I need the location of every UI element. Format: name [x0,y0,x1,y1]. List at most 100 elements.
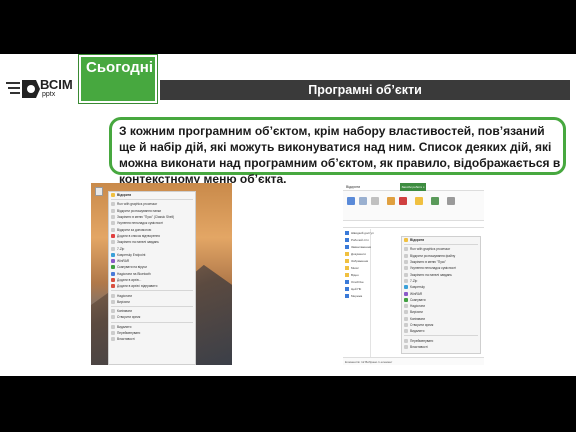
nav-item[interactable]: Зображення [343,257,370,264]
menu-item-icon [404,272,408,277]
ribbon-tools-tab[interactable]: Засоби роботи з додатками [400,183,426,197]
menu-item-icon [111,221,115,226]
menu-item-icon [404,323,408,327]
nav-item-label: Документи [351,251,366,256]
nav-item[interactable]: Відео [343,271,370,278]
menu-item-label: Додати в архів і відправити [117,284,158,289]
menu-item-icon [404,316,408,321]
menu-item-label: Додати в архів... [117,278,142,282]
nav-item[interactable]: OneDrive [343,278,370,285]
menu-item-icon [111,233,115,238]
menu-item[interactable]: Видалити [402,328,480,334]
menu-item-label: Надіслати [410,304,426,309]
menu-item-label: 7-Zip [410,278,418,283]
menu-item-label: Відкрити розташування файлу [410,253,456,258]
menu-item[interactable]: Вирізати [109,299,195,305]
menu-item[interactable]: Властивості [402,344,480,350]
menu-item-icon [111,259,115,264]
menu-item-label: Відкрити [117,193,132,198]
folder-icon [345,244,349,249]
menu-item-label: Run with graphics processor [410,247,451,252]
nav-item-label: Швидкий доступ [351,230,374,235]
menu-item-label: Створити ярлик [410,323,434,327]
brand-name: ВСІМ [40,77,73,92]
menu-item-label: Закріпити в меню "Пуск" (Classic Shell) [117,215,175,220]
menu-item-label: Властивості [410,344,428,349]
menu-item-icon [111,215,115,220]
copy-icon[interactable] [359,197,367,205]
menu-item-icon [404,297,408,302]
menu-item-label: Сканувати на віруси [117,265,147,270]
menu-item-label: Сканувати [410,297,426,302]
delete-icon[interactable] [399,197,407,205]
window-title: Відкрити [346,184,361,189]
menu-item-icon [404,338,408,343]
menu-item[interactable]: Властивості [109,336,195,342]
menu-item-label: Kaspersky Endpoint [117,252,146,257]
menu-item-icon [111,252,115,257]
nav-item-label: Завантаження [351,244,371,249]
menu-item-icon [404,253,408,258]
folder-icon [345,265,349,270]
brand-subtitle: pptx [42,91,56,98]
desktop-context-menu-screenshot: Відкрити Run with graphics processor Відкр… [91,183,232,365]
context-menu: Відкрити Run with graphics processor Відкр… [108,191,196,365]
body-text: З кожним програмним об’єктом, крім набор… [119,124,561,186]
select-icon[interactable] [447,197,455,205]
nav-item[interactable]: Швидкий доступ [343,229,374,236]
menu-separator [111,290,193,292]
menu-item-icon [111,202,115,207]
menu-item-label: Надіслати на Bluetooth [117,271,151,276]
menu-item[interactable]: Створити ярлик [109,314,195,320]
paste-icon[interactable] [371,197,379,205]
menu-separator [404,244,478,246]
address-bar[interactable] [343,221,484,228]
menu-separator [111,199,193,201]
nav-item-label: Мережа [351,293,363,298]
menu-item-icon [111,227,115,232]
menu-item[interactable]: Відкрити [109,192,195,198]
menu-item-icon [111,193,115,198]
file-icon[interactable] [95,187,103,196]
properties-icon[interactable] [431,197,439,205]
menu-item-label: Відкрити за допомогою [117,227,152,232]
menu-item-icon [404,247,408,252]
menu-item-label: Копіювати [117,309,133,314]
page-title: Програмні об’єкти [308,83,422,97]
menu-item-label: Додати в список відтворення [117,233,160,238]
new-folder-icon[interactable] [415,197,423,205]
menu-item-icon [404,310,408,315]
nav-item[interactable]: Цей ПК [343,285,370,292]
menu-item-icon [111,309,115,314]
nav-item[interactable]: Мережа [343,292,370,299]
nav-item[interactable]: Завантаження [343,243,371,250]
move-icon[interactable] [387,197,395,205]
nav-item-label: Music [351,265,359,270]
menu-item-label: Закріпити на панелі завдань [410,272,452,277]
menu-item-icon [111,299,115,304]
nav-item[interactable]: Документи [343,250,370,257]
menu-item-icon [111,278,115,282]
menu-item-label: Закріпити на панелі завдань [117,240,159,245]
menu-item[interactable]: Відкрити [402,237,480,243]
folder-icon [345,258,349,263]
nav-item[interactable]: Робочий стіл [343,236,370,243]
menu-item-icon [111,240,115,245]
menu-item-icon [404,344,408,349]
nav-item-label: OneDrive [351,279,364,284]
menu-item-icon [404,329,408,334]
folder-icon [345,237,349,242]
menu-item-icon [111,331,115,336]
nav-item[interactable]: Music [343,264,370,271]
menu-item[interactable]: Додати в архів і відправити [109,283,195,289]
folder-icon [345,272,349,277]
pin-icon[interactable] [347,197,355,205]
menu-item-icon [404,304,408,309]
context-menu: Відкрити Run with graphics processor Відкр… [401,236,481,354]
nav-item-label: Відео [351,272,359,277]
menu-item-label: Вирізати [117,299,130,304]
menu-item-label: Перейменувати [117,331,141,336]
status-bar: Елементів: 12 Вибрано 1 елемент [343,357,484,365]
menu-item-label: Створити ярлик [117,315,141,320]
menu-item-label: 7-Zip [117,246,125,251]
